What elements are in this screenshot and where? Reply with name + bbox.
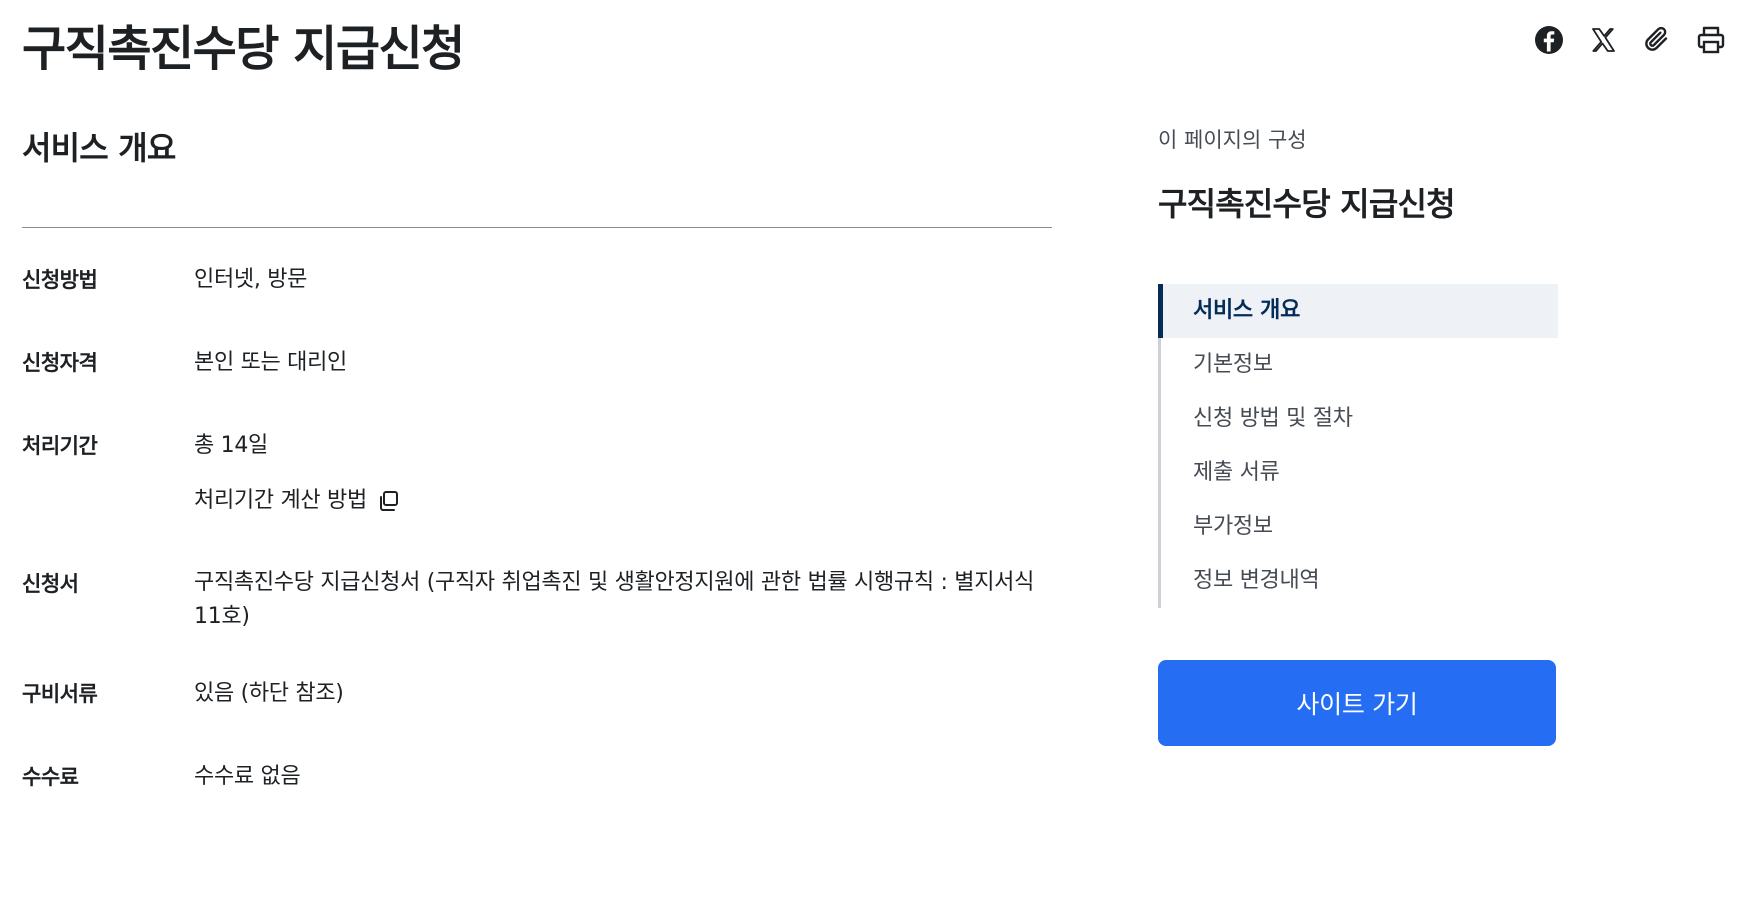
- page-title: 구직촉진수당 지급신청: [22, 21, 465, 77]
- toc-item-change-history[interactable]: 정보 변경내역: [1161, 554, 1558, 608]
- processing-period-calc-link[interactable]: 처리기간 계산 방법: [194, 477, 401, 525]
- info-label: 구비서류: [22, 682, 98, 706]
- x-icon: [1592, 28, 1615, 52]
- print-button[interactable]: [1689, 18, 1733, 62]
- info-row-eligibility: 신청자격 본인 또는 대리인: [22, 339, 1052, 387]
- copy-link-button[interactable]: [1635, 18, 1679, 62]
- info-label: 신청자격: [22, 351, 98, 375]
- processing-period-value: 총 14일: [194, 433, 268, 458]
- printer-icon: [1697, 26, 1725, 54]
- info-row-required-documents: 구비서류 있음 (하단 참조): [22, 670, 1052, 718]
- divider: [22, 227, 1052, 228]
- share-toolbar: [1527, 18, 1747, 62]
- processing-period-calc-label: 처리기간 계산 방법: [194, 488, 367, 513]
- facebook-icon: [1535, 26, 1563, 54]
- section-heading: 서비스 개요: [22, 129, 176, 167]
- info-row-fee: 수수료 수수료 없음: [22, 753, 1052, 801]
- info-label: 신청서: [22, 572, 79, 596]
- paperclip-icon: [1645, 26, 1668, 51]
- info-value: 본인 또는 대리인: [194, 350, 347, 375]
- sidebar-caption: 이 페이지의 구성: [1158, 128, 1307, 152]
- info-list: 신청방법 인터넷, 방문 신청자격 본인 또는 대리인 처리기간 총 14일 처…: [22, 256, 1052, 801]
- info-label: 수수료: [22, 765, 79, 789]
- toc-item-basic-info[interactable]: 기본정보: [1161, 338, 1558, 392]
- info-row-processing-period: 처리기간 총 14일 처리기간 계산 방법: [22, 422, 1052, 525]
- copy-icon: [379, 491, 398, 511]
- sidebar-title: 구직촉진수당 지급신청: [1158, 185, 1456, 223]
- toc-item-documents[interactable]: 제출 서류: [1161, 446, 1558, 500]
- page: 구직촉진수당 지급신청 서비스 개요 신청방법 인터넷, 방문 신청자격 본인 …: [0, 0, 1747, 918]
- page-contents-sidebar: 이 페이지의 구성 구직촉진수당 지급신청 서비스 개요 기본정보 신청 방법 …: [1158, 120, 1558, 746]
- service-overview: 서비스 개요 신청방법 인터넷, 방문 신청자격 본인 또는 대리인 처리기간 …: [22, 120, 1052, 801]
- info-label: 처리기간: [22, 434, 98, 458]
- info-value: 있음 (하단 참조): [194, 681, 344, 706]
- info-value: 구직촉진수당 지급신청서 (구직자 취업촉진 및 생활안정지원에 관한 법률 시…: [194, 570, 1035, 629]
- go-to-site-button[interactable]: 사이트 가기: [1158, 660, 1556, 746]
- x-share-button[interactable]: [1581, 18, 1625, 62]
- info-value: 인터넷, 방문: [194, 267, 308, 292]
- info-label: 신청방법: [22, 268, 98, 292]
- table-of-contents: 서비스 개요 기본정보 신청 방법 및 절차 제출 서류 부가정보 정보 변경내…: [1158, 284, 1558, 608]
- info-row-application-form: 신청서 구직촉진수당 지급신청서 (구직자 취업촉진 및 생활안정지원에 관한 …: [22, 560, 1052, 634]
- facebook-share-button[interactable]: [1527, 18, 1571, 62]
- info-value: 총 14일 처리기간 계산 방법: [194, 422, 1052, 525]
- info-row-method: 신청방법 인터넷, 방문: [22, 256, 1052, 304]
- toc-item-method-procedure[interactable]: 신청 방법 및 절차: [1161, 392, 1558, 446]
- toc-item-service-overview[interactable]: 서비스 개요: [1158, 284, 1558, 338]
- info-value: 수수료 없음: [194, 764, 301, 789]
- toc-item-additional-info[interactable]: 부가정보: [1161, 500, 1558, 554]
